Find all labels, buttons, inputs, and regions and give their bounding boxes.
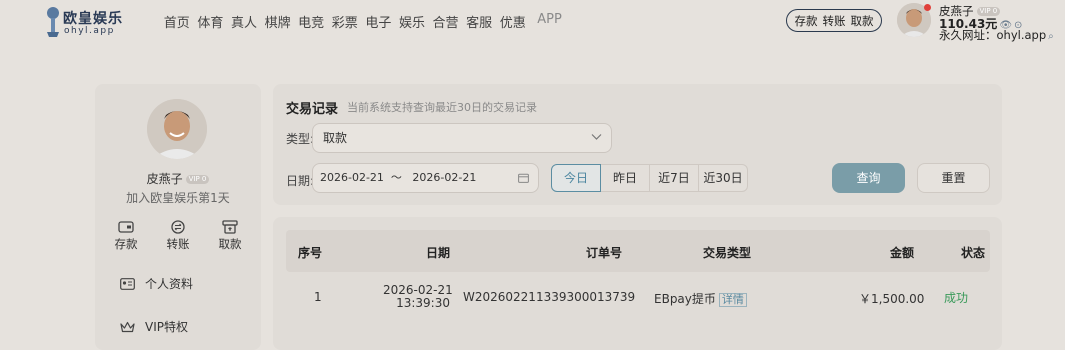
column-index: 序号 — [298, 246, 323, 260]
profile-avatar[interactable] — [147, 99, 207, 159]
profile-name: 皮燕子 VIP 0 — [95, 170, 261, 187]
tab-last-30-days[interactable]: 近30日 — [698, 164, 748, 192]
trophy-logo-icon — [47, 7, 59, 37]
main-nav: 首页 体育 真人 棋牌 电竞 彩票 电子 娱乐 合营 客服 优惠 APP — [160, 12, 570, 31]
column-transaction-type: 交易类型 — [703, 246, 752, 260]
brand-sub: ohyl.app — [64, 26, 115, 36]
id-card-icon — [120, 277, 135, 290]
date-range-tabs: 今日 昨日 近7日 近30日 — [551, 164, 748, 192]
brand-logo[interactable]: 欧皇娱乐 ohyl.app — [44, 6, 124, 38]
status-badge: 成功 — [944, 291, 969, 305]
search-icon[interactable]: ⌕ — [1048, 31, 1054, 42]
calendar-icon — [518, 173, 529, 183]
page-subtitle: 当前系统支持查询最近30日的交易记录 — [347, 101, 537, 114]
nav-esports[interactable]: 电竞 — [294, 12, 328, 31]
row-index: 1 — [314, 290, 322, 304]
tab-yesterday[interactable]: 昨日 — [600, 164, 650, 192]
date-label: 日期: — [286, 174, 315, 188]
permanent-url: 永久网址：ohyl.app ⌕ — [939, 28, 1054, 42]
nav-home[interactable]: 首页 — [160, 12, 194, 31]
sidebar-actions: 存款 转账 取款 — [112, 220, 244, 252]
row-date: 2026-02-21 13:39:30 — [383, 283, 453, 310]
top-header: 欧皇娱乐 ohyl.app 首页 体育 真人 棋牌 电竞 彩票 电子 娱乐 合营… — [0, 0, 1065, 42]
column-amount: 金额 — [890, 246, 915, 260]
type-select[interactable]: 取款 — [312, 123, 612, 153]
column-status: 状态 — [961, 246, 986, 260]
row-order-number: W202602211339300013739 — [463, 290, 636, 304]
transaction-filter-panel: 交易记录 当前系统支持查询最近30日的交易记录 类型: 取款 日期: 2026-… — [273, 84, 1002, 205]
query-button[interactable]: 查询 — [832, 163, 905, 193]
crown-icon — [120, 321, 135, 332]
chevron-down-icon — [591, 134, 602, 140]
tab-today[interactable]: 今日 — [551, 164, 601, 192]
nav-slots[interactable]: 电子 — [362, 12, 396, 31]
brand-name: 欧皇娱乐 — [63, 11, 123, 27]
quick-actions: 存款 转账 取款 — [786, 9, 882, 32]
sidebar-item-vip[interactable]: VIP特权 — [120, 318, 250, 335]
withdraw-icon — [222, 220, 238, 234]
nav-sports[interactable]: 体育 — [194, 12, 228, 31]
quick-transfer[interactable]: 转账 — [823, 13, 846, 29]
page-title: 交易记录 — [286, 102, 339, 117]
nav-promotions[interactable]: 优惠 — [496, 12, 530, 31]
nav-live[interactable]: 真人 — [227, 12, 261, 31]
account-sidebar: 皮燕子 VIP 0 加入欧皇娱乐第1天 存款 转账 取款 个人资料 VIP特权 — [95, 84, 261, 350]
vip-badge: VIP 0 — [185, 175, 210, 184]
table-header: 序号 日期 订单号 交易类型 金额 状态 — [286, 230, 990, 272]
nav-entertainment[interactable]: 娱乐 — [395, 12, 429, 31]
nav-lottery[interactable]: 彩票 — [328, 12, 362, 31]
row-transaction-type: EBpay提币 详情 — [654, 290, 747, 307]
row-amount: ￥1,500.00 — [859, 292, 925, 306]
reset-button[interactable]: 重置 — [917, 163, 990, 193]
avatar-image — [147, 99, 207, 159]
sidebar-deposit-button[interactable]: 存款 — [112, 220, 140, 252]
sidebar-item-profile[interactable]: 个人资料 — [120, 275, 250, 292]
transfer-icon — [171, 220, 185, 234]
detail-link[interactable]: 详情 — [718, 293, 747, 307]
quick-withdraw[interactable]: 取款 — [851, 13, 874, 29]
nav-support[interactable]: 客服 — [462, 12, 496, 31]
sidebar-withdraw-button[interactable]: 取款 — [216, 220, 244, 252]
nav-affiliate[interactable]: 合营 — [429, 12, 463, 31]
join-days: 加入欧皇娱乐第1天 — [126, 191, 230, 205]
type-label: 类型: — [286, 132, 315, 146]
type-select-value: 取款 — [323, 131, 348, 145]
wallet-icon — [118, 221, 134, 233]
nav-app[interactable]: APP — [530, 12, 570, 31]
nav-cards[interactable]: 棋牌 — [261, 12, 295, 31]
date-range-value: 2026-02-21 ～ 2026-02-21 — [320, 171, 477, 184]
column-order-number: 订单号 — [586, 246, 623, 260]
date-range-picker[interactable]: 2026-02-21 ～ 2026-02-21 — [312, 163, 539, 193]
tab-last-7-days[interactable]: 近7日 — [649, 164, 699, 192]
quick-deposit[interactable]: 存款 — [795, 13, 818, 29]
notification-dot — [924, 4, 931, 11]
column-date: 日期 — [426, 246, 451, 260]
transaction-table: 序号 日期 订单号 交易类型 金额 状态 1 2026-02-21 13:39:… — [273, 217, 1002, 350]
sidebar-transfer-button[interactable]: 转账 — [164, 220, 192, 252]
